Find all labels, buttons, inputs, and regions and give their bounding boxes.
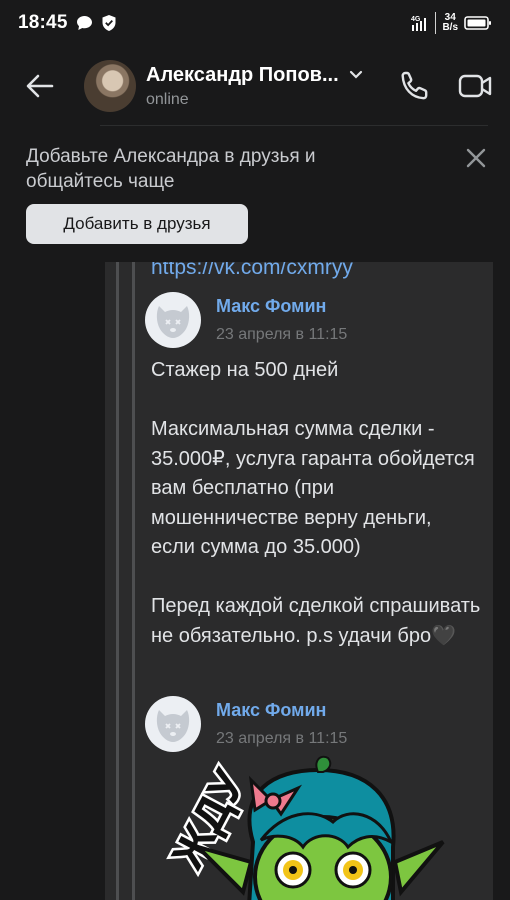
chat-header: Александр Попов... online: [0, 46, 510, 126]
chat-bubble-icon: [76, 16, 92, 30]
message-date: 23 апреля в 11:15: [216, 730, 348, 747]
status-notification-icons: [76, 14, 117, 32]
chevron-down-icon[interactable]: [349, 70, 363, 80]
add-friend-banner-text: Добавьте Александра в друзья и общайтесь…: [26, 146, 316, 192]
shield-check-icon: [102, 15, 116, 31]
status-time: 18:45: [18, 12, 68, 33]
dog-avatar-icon: [156, 710, 190, 742]
goblin-girl-sticker[interactable]: ЖДУ: [143, 752, 463, 900]
message-text: Стажер на 500 дней Максимальная сумма сд…: [151, 359, 481, 647]
message-date: 23 апреля в 11:15: [216, 326, 348, 343]
author-avatar[interactable]: [145, 696, 201, 752]
dog-avatar-icon: [156, 306, 190, 338]
contact-status: online: [146, 90, 189, 108]
battery-icon: [464, 16, 491, 30]
message-author[interactable]: Макс Фомин: [216, 296, 326, 317]
add-friend-button[interactable]: Добавить в друзья: [26, 204, 248, 244]
forward-line-outer: [116, 262, 119, 900]
status-bar: 18:45 4G 34 B/s: [0, 0, 510, 46]
signal-4g-icon: 4G: [411, 16, 427, 31]
back-button[interactable]: [20, 66, 60, 106]
header-actions: [398, 69, 494, 103]
banner-close-icon[interactable]: [465, 147, 487, 169]
author-avatar[interactable]: [145, 292, 201, 348]
add-friend-banner: Добавьте Александра в друзья и общайтесь…: [0, 126, 510, 260]
status-separator: [435, 12, 437, 34]
message-author[interactable]: Макс Фомин: [216, 700, 326, 721]
forward-line-inner: [132, 262, 135, 900]
contact-name: Александр Попов...: [146, 63, 339, 86]
network-speed: 34 B/s: [442, 13, 458, 33]
forwarded-messages-panel: https://vk.com/cxmryy Макс Фомин 23 апре…: [105, 262, 493, 900]
svg-text:4G: 4G: [411, 16, 421, 23]
forwarded-link[interactable]: https://vk.com/cxmryy: [151, 262, 353, 280]
network-speed-unit: B/s: [442, 22, 458, 33]
contact-avatar[interactable]: [84, 60, 136, 112]
arrow-left-icon: [26, 74, 54, 98]
phone-icon[interactable]: [398, 69, 432, 103]
status-system-icons: 4G 34 B/s: [409, 12, 492, 34]
video-call-icon[interactable]: [458, 72, 494, 100]
contact-title-block[interactable]: Александр Попов... online: [146, 64, 363, 109]
